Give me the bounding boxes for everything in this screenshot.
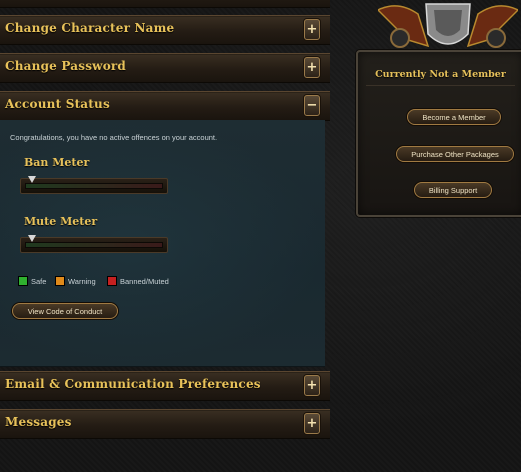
expand-icon[interactable]: +: [304, 19, 320, 40]
section-email-preferences[interactable]: Email & Communication Preferences +: [0, 371, 330, 401]
section-label: Change Password: [5, 59, 127, 73]
section-change-password[interactable]: Change Password +: [0, 53, 330, 83]
warning-swatch: [55, 276, 65, 286]
account-status-panel: Congratulations, you have no active offe…: [0, 120, 325, 367]
legend-label: Banned/Muted: [120, 276, 169, 286]
billing-support-button[interactable]: Billing Support: [414, 182, 492, 198]
collapse-icon[interactable]: −: [304, 95, 320, 116]
safe-swatch: [18, 276, 28, 286]
legend-label: Warning: [68, 276, 96, 286]
top-partial-bar: [0, 0, 330, 8]
mute-meter-title: Mute Meter: [24, 215, 98, 228]
section-label: Change Character Name: [5, 21, 175, 35]
mute-meter: [20, 235, 168, 253]
mute-meter-marker: [28, 235, 36, 242]
ban-meter-marker: [28, 176, 36, 183]
expand-icon[interactable]: +: [304, 413, 320, 434]
ban-meter-title: Ban Meter: [24, 156, 90, 169]
legend-banned: Banned/Muted: [107, 276, 169, 286]
section-label: Account Status: [5, 97, 110, 111]
view-code-of-conduct-button[interactable]: View Code of Conduct: [12, 303, 118, 319]
title-divider: [366, 85, 515, 86]
section-change-character-name[interactable]: Change Character Name +: [0, 15, 330, 45]
section-messages[interactable]: Messages +: [0, 409, 330, 439]
purchase-packages-button[interactable]: Purchase Other Packages: [396, 146, 514, 162]
legend-safe: Safe: [18, 276, 46, 286]
section-label: Messages: [5, 415, 72, 429]
status-message: Congratulations, you have no active offe…: [10, 133, 218, 142]
expand-icon[interactable]: +: [304, 57, 320, 78]
section-label: Email & Communication Preferences: [5, 377, 261, 391]
section-account-status[interactable]: Account Status −: [0, 91, 330, 121]
banned-swatch: [107, 276, 117, 286]
expand-icon[interactable]: +: [304, 375, 320, 396]
legend-warning: Warning: [55, 276, 96, 286]
become-member-button[interactable]: Become a Member: [407, 109, 501, 125]
ban-meter: [20, 176, 168, 194]
legend-label: Safe: [31, 276, 47, 286]
shield-emblem-icon: [378, 3, 518, 48]
membership-panel: Currently Not a Member Become a Member P…: [356, 50, 521, 217]
membership-title: Currently Not a Member: [375, 69, 506, 80]
